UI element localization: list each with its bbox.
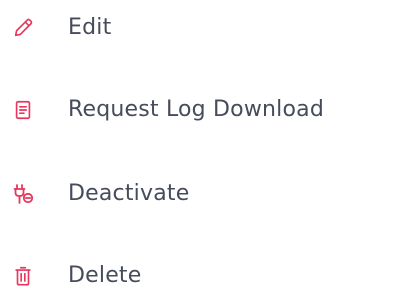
plug-off-icon (11, 182, 35, 206)
context-menu: Edit Request Log Download Deactivate Del… (0, 0, 406, 296)
menu-item-label: Edit (68, 15, 112, 40)
menu-item-request-log-download[interactable]: Request Log Download (0, 82, 406, 138)
menu-item-delete[interactable]: Delete (0, 248, 406, 296)
menu-item-label: Deactivate (68, 181, 190, 206)
document-icon (11, 98, 35, 122)
menu-item-label: Request Log Download (68, 97, 325, 122)
menu-item-deactivate[interactable]: Deactivate (0, 166, 406, 222)
pencil-icon (11, 16, 35, 40)
trash-icon (11, 264, 35, 288)
menu-item-label: Delete (68, 263, 142, 288)
menu-item-edit[interactable]: Edit (0, 0, 406, 56)
